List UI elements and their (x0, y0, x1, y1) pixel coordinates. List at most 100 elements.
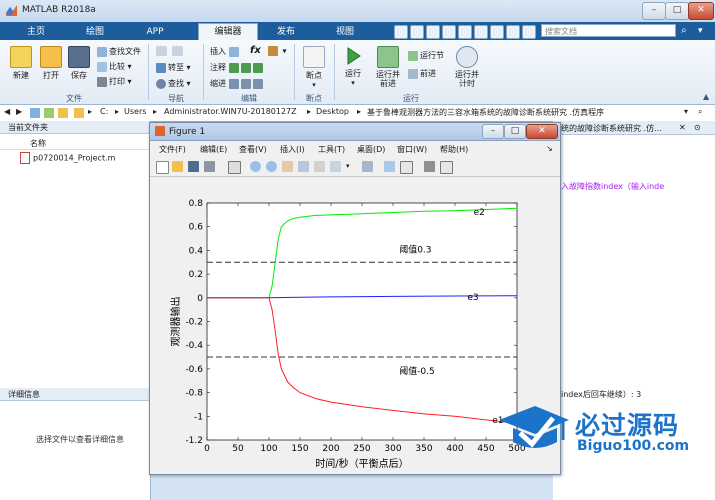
list-item[interactable]: p0720014_Project.m (20, 152, 115, 164)
brush-icon[interactable] (330, 161, 341, 172)
breakpoints-button[interactable]: 断点 ▾ (300, 46, 328, 89)
menu-file[interactable]: 文件(F) (159, 144, 186, 155)
y-tick-label: 0.4 (189, 246, 204, 256)
run-button[interactable]: 运行 ▾ (340, 46, 366, 87)
find-button[interactable]: 查找 ▾ (156, 78, 191, 89)
tab-editor[interactable]: 编辑器 (198, 23, 258, 41)
menu-edit[interactable]: 编辑(E) (200, 144, 227, 155)
data-cursor-icon[interactable] (314, 161, 325, 172)
tab-plots[interactable]: 绘图 (70, 24, 120, 40)
panel-menu-icon[interactable]: ⊙ (694, 123, 701, 132)
name-column-header[interactable]: 名称 (8, 138, 148, 149)
x-axis-label: 时间/秒（平衡点后） (315, 457, 408, 470)
new-figure-icon[interactable] (156, 161, 169, 174)
path-segment-drive[interactable]: C: (100, 107, 108, 116)
save-figure-icon[interactable] (188, 161, 199, 172)
save-quick-icon[interactable] (394, 25, 408, 39)
close-icon[interactable]: ✕ (679, 123, 686, 132)
tab-home[interactable]: 主页 (12, 24, 60, 40)
copy-quick-icon[interactable] (426, 25, 440, 39)
fx-button[interactable]: fx (250, 45, 261, 56)
show-plot-tools-icon[interactable] (440, 161, 453, 174)
print-figure-icon[interactable] (204, 161, 215, 172)
y-tick-label: -0.2 (185, 318, 203, 328)
group-separator (203, 44, 204, 100)
group-label-file: 文件 (66, 94, 82, 103)
help-quick-icon[interactable] (506, 25, 520, 39)
run-and-time-button[interactable]: 运行并 计时 (452, 46, 482, 88)
y-axis-label: 观测器输出 (169, 297, 182, 347)
menu-insert[interactable]: 插入(I) (280, 144, 305, 155)
menu-desktop[interactable]: 桌面(D) (357, 144, 385, 155)
axes-box[interactable] (206, 202, 518, 441)
undo-quick-icon[interactable] (458, 25, 472, 39)
folder-open-icon (40, 46, 62, 68)
menu-tools[interactable]: 工具(T) (318, 144, 345, 155)
editor-tab-title[interactable]: 系统的故障诊断系统研究 .仿... (553, 123, 662, 134)
insert-button[interactable]: 插入 (210, 46, 241, 57)
legend-icon[interactable] (400, 161, 413, 174)
open-file-icon[interactable] (172, 161, 183, 172)
brush-dropdown-icon[interactable]: ▾ (346, 161, 357, 172)
search-icon[interactable]: ⌕ (681, 25, 693, 37)
maximize-button[interactable]: □ (665, 2, 689, 20)
group-separator (148, 44, 149, 100)
path-dropdown-icon[interactable]: ▾ (684, 107, 688, 116)
run-section-button[interactable]: 运行节 (408, 50, 444, 61)
chevron-down-icon[interactable]: ▾ (698, 25, 710, 37)
insert-function-dropdown-icon[interactable]: ▾ (268, 46, 287, 56)
forward-arrow-icon[interactable] (172, 46, 183, 56)
rotate-3d-icon[interactable] (298, 161, 309, 172)
back-arrow-icon[interactable] (156, 46, 167, 56)
maximize-button[interactable]: □ (504, 124, 526, 139)
new-button[interactable]: 新建 (8, 46, 34, 81)
comment-button[interactable]: 注释 (210, 62, 265, 73)
menu-help[interactable]: 帮助(H) (440, 144, 468, 155)
minimize-button[interactable]: – (642, 2, 666, 20)
path-segment[interactable]: Users (124, 107, 146, 116)
minimize-button[interactable]: – (482, 124, 504, 139)
back-icon[interactable]: ◀ (4, 107, 10, 116)
menu-view[interactable]: 查看(V) (239, 144, 267, 155)
compare-button[interactable]: 比较 ▾ (97, 61, 132, 72)
dock-icon[interactable]: ↘ (546, 144, 553, 153)
open-button[interactable]: 打开 (38, 46, 64, 81)
tab-publish[interactable]: 发布 (262, 24, 310, 40)
paste-quick-icon[interactable] (442, 25, 456, 39)
zoom-out-icon[interactable] (266, 161, 277, 172)
close-button[interactable]: ✕ (688, 2, 714, 20)
link-plot-icon[interactable] (362, 161, 373, 172)
path-segment[interactable]: Administrator.WIN7U-20180127Z (164, 107, 297, 116)
browse-folder-icon[interactable] (30, 108, 40, 118)
tab-view[interactable]: 视图 (320, 24, 370, 40)
tab-apps[interactable]: APP (130, 24, 180, 40)
menu-window[interactable]: 窗口(W) (397, 144, 427, 155)
find-files-button[interactable]: 查找文件 (97, 46, 141, 57)
forward-icon[interactable]: ▶ (16, 107, 22, 116)
search-documentation-input[interactable]: 搜索文档 (541, 24, 676, 37)
collapse-ribbon-icon[interactable]: ▲ (703, 92, 709, 101)
path-segment[interactable]: 基于鲁棒观测器方法的三容水箱系统的故障诊断系统研究 .仿真程序 (367, 107, 604, 118)
settings-quick-icon[interactable] (522, 25, 536, 39)
advance-icon (408, 68, 418, 79)
run-and-advance-button[interactable]: 运行并 前进 (374, 46, 402, 88)
close-button[interactable]: ✕ (526, 124, 558, 139)
search-path-icon[interactable]: ⌕ (698, 107, 702, 117)
up-folder-icon[interactable] (44, 108, 54, 118)
browse-for-folder-icon[interactable] (58, 108, 68, 118)
pan-hand-icon[interactable] (282, 161, 293, 172)
colorbar-icon[interactable] (384, 161, 395, 172)
redo-quick-icon[interactable] (474, 25, 488, 39)
advance-button[interactable]: 前进 (408, 68, 436, 79)
address-bar: ◀ ▶ ▸ C: ▸ Users ▸ Administrator.WIN7U-2… (0, 105, 715, 122)
save-button[interactable]: 保存 (66, 46, 92, 81)
print-button[interactable]: 打印 ▾ (97, 76, 132, 87)
switch-windows-icon[interactable] (490, 25, 504, 39)
hide-plot-tools-icon[interactable] (424, 161, 435, 172)
path-segment[interactable]: Desktop (316, 107, 349, 116)
zoom-in-icon[interactable] (250, 161, 261, 172)
goto-button[interactable]: 转至 ▾ (156, 62, 191, 73)
edit-plot-arrow-icon[interactable] (228, 161, 241, 174)
indent-button[interactable]: 缩进 (210, 78, 265, 89)
cut-quick-icon[interactable] (410, 25, 424, 39)
